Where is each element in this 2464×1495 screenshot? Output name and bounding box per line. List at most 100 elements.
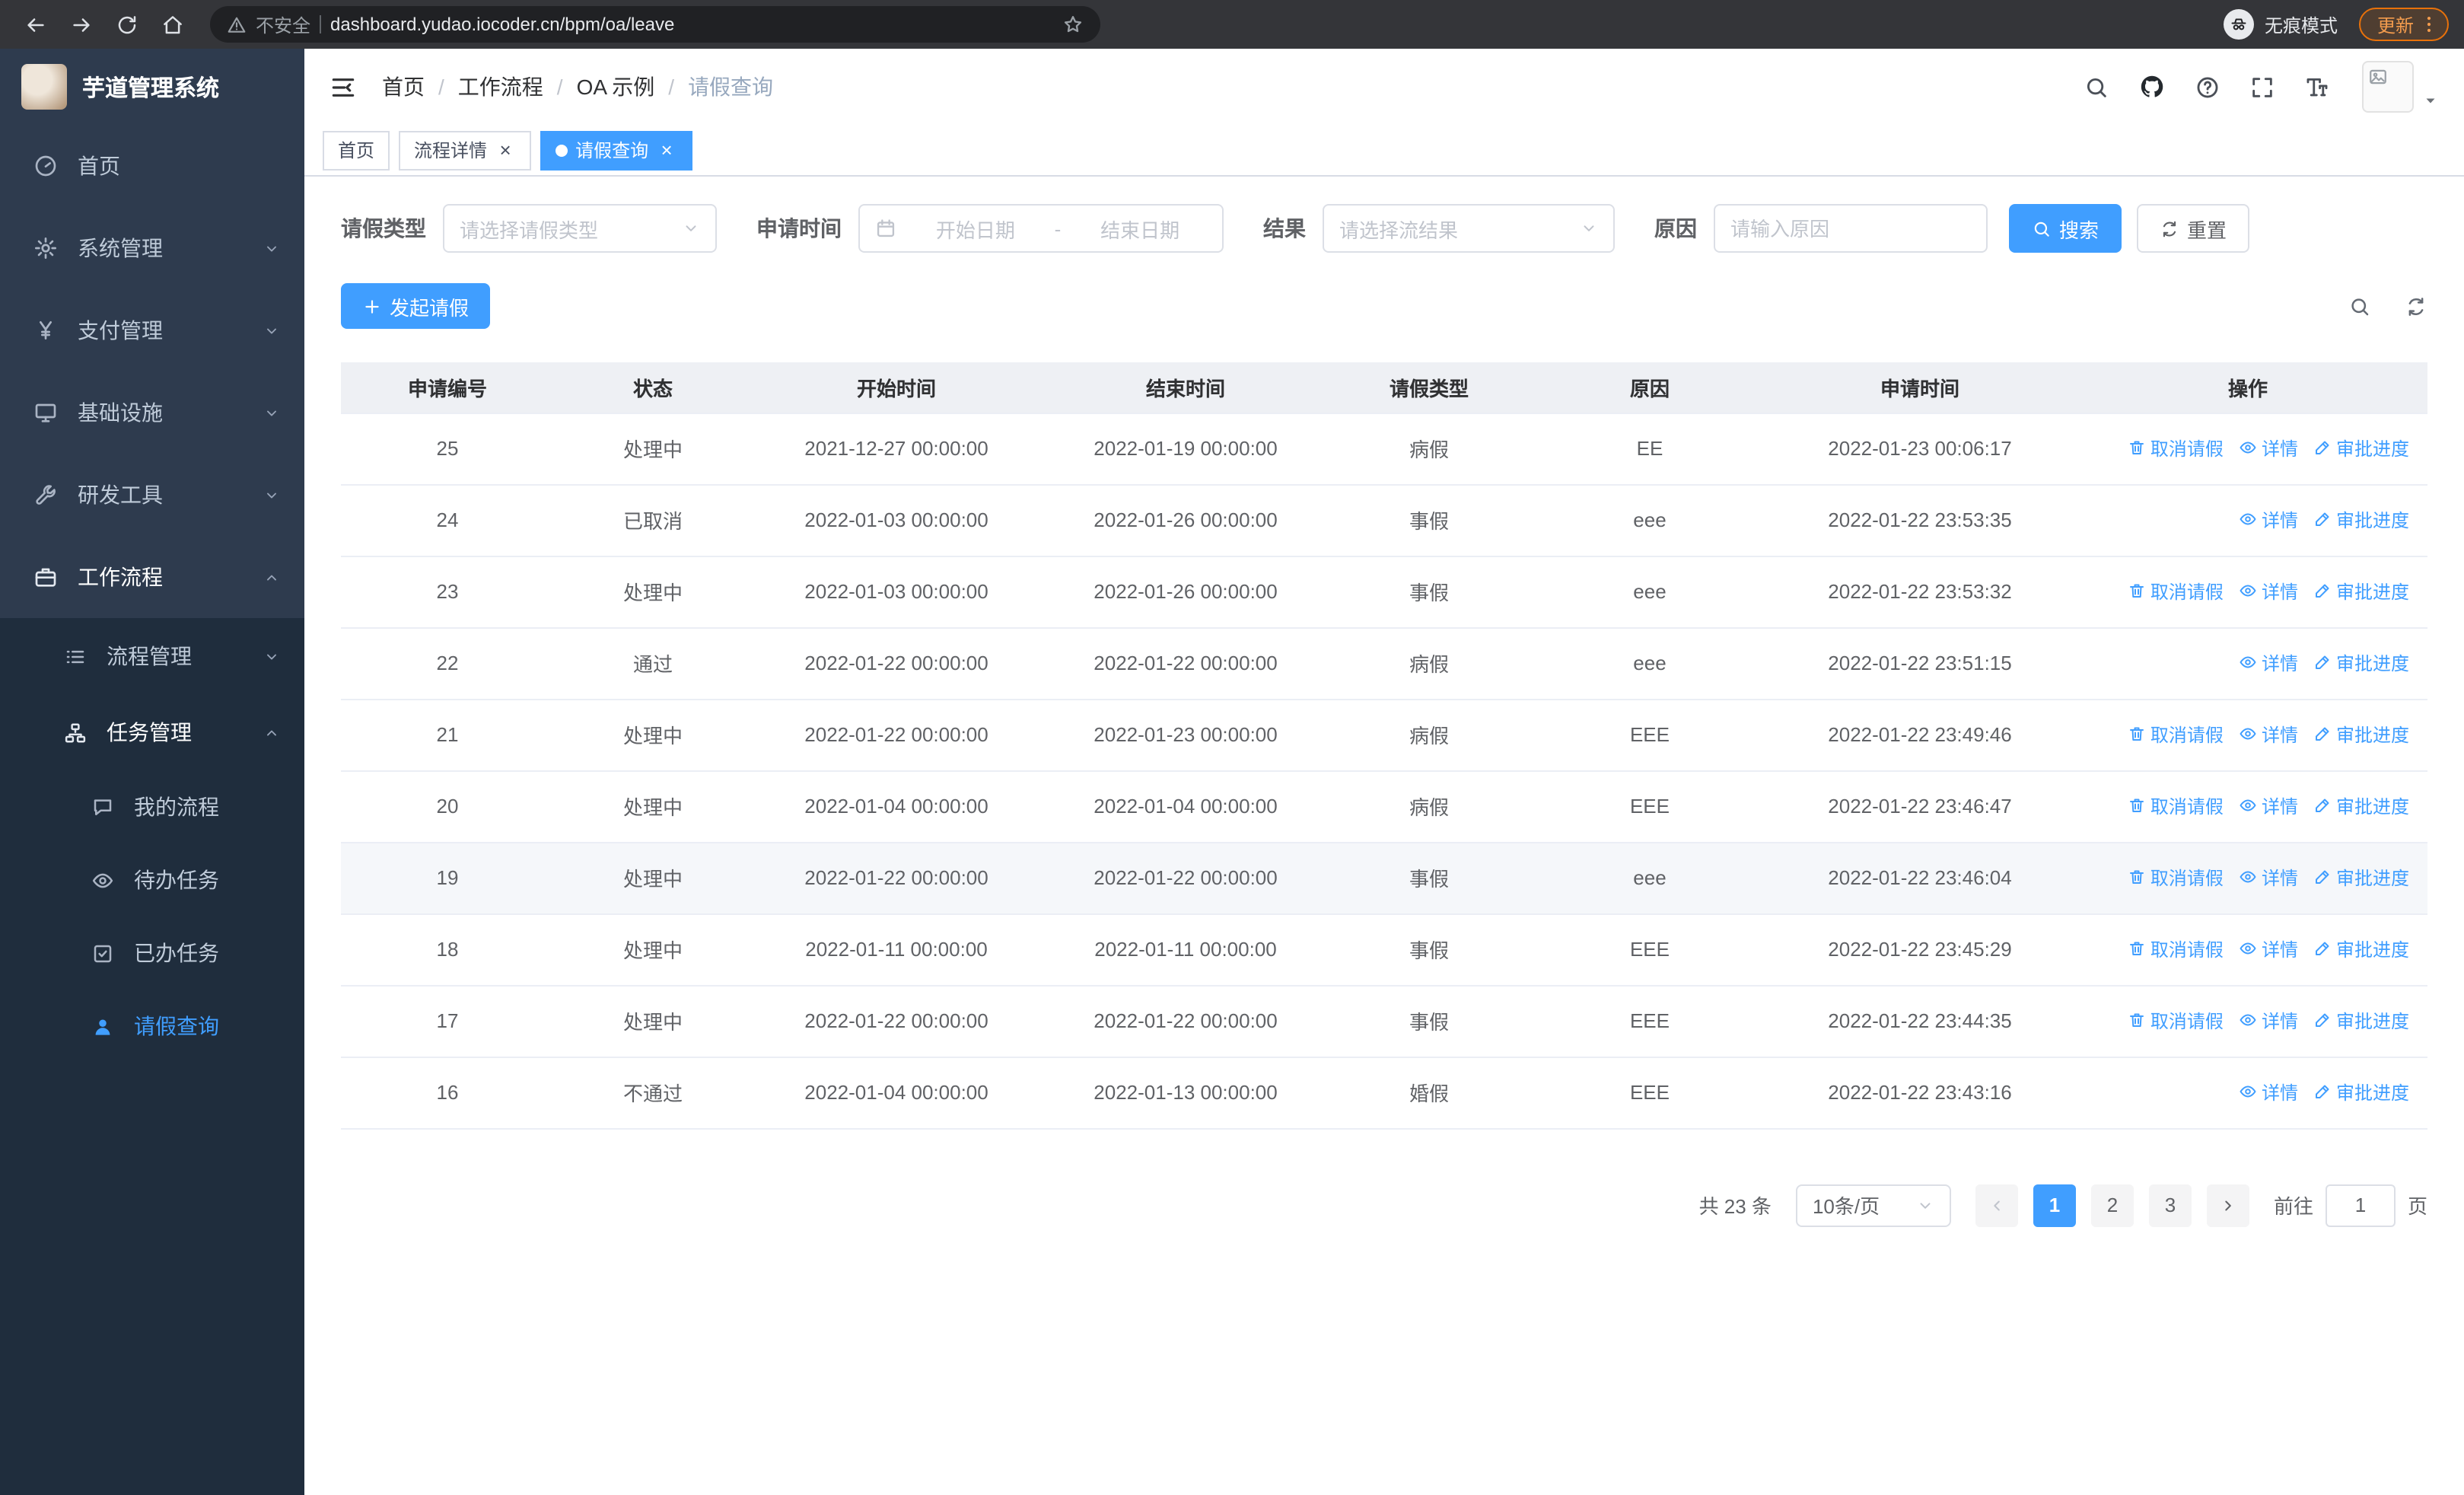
create-leave-button[interactable]: 发起请假 — [341, 283, 491, 329]
progress-link[interactable]: 审批进度 — [2313, 936, 2409, 962]
prev-page-button[interactable] — [1975, 1184, 2018, 1226]
address-divider — [320, 15, 322, 33]
cancel-link[interactable]: 取消请假 — [2128, 579, 2224, 604]
cancel-link[interactable]: 取消请假 — [2128, 435, 2224, 461]
bookmark-star-icon[interactable] — [1062, 14, 1084, 35]
progress-link[interactable]: 审批进度 — [2313, 865, 2409, 891]
yen-icon — [33, 318, 58, 343]
progress-link[interactable]: 审批进度 — [2313, 435, 2409, 461]
reason-input[interactable] — [1715, 206, 1986, 251]
detail-link[interactable]: 详情 — [2239, 722, 2298, 748]
sidebar-item-todo-tasks[interactable]: 待办任务 — [0, 843, 304, 916]
detail-link[interactable]: 详情 — [2239, 435, 2298, 461]
search-button[interactable]: 搜索 — [2009, 204, 2122, 253]
cancel-link[interactable]: 取消请假 — [2128, 722, 2224, 748]
avatar[interactable] — [2362, 61, 2414, 113]
detail-link[interactable]: 详情 — [2239, 507, 2298, 533]
reset-button[interactable]: 重置 — [2137, 204, 2250, 253]
goto-page-input[interactable] — [2325, 1184, 2396, 1226]
progress-link[interactable]: 审批进度 — [2313, 650, 2409, 676]
edit-icon — [2313, 1083, 2332, 1101]
sidebar-item-my-process[interactable]: 我的流程 — [0, 770, 304, 843]
app-logo-image — [21, 64, 67, 110]
detail-link[interactable]: 详情 — [2239, 865, 2298, 891]
page-size-select[interactable]: 10条/页 — [1795, 1184, 1951, 1226]
fullscreen-icon[interactable] — [2249, 74, 2275, 100]
sidebar-item-workflow[interactable]: 工作流程 — [0, 536, 304, 618]
close-icon[interactable]: × — [656, 139, 677, 161]
eye-icon — [2239, 797, 2257, 815]
sidebar-item-dev-tools[interactable]: 研发工具 — [0, 454, 304, 536]
sidebar-item-process-management[interactable]: 流程管理 — [0, 618, 304, 694]
page-2-button[interactable]: 2 — [2090, 1184, 2134, 1226]
sidebar-item-task-management[interactable]: 任务管理 — [0, 694, 304, 770]
forward-icon[interactable] — [61, 5, 100, 44]
update-button[interactable]: 更新 — [2358, 8, 2449, 41]
detail-link[interactable]: 详情 — [2239, 650, 2298, 676]
user-icon — [91, 1015, 114, 1038]
sidebar-item-home[interactable]: 首页 — [0, 125, 304, 207]
detail-link[interactable]: 详情 — [2239, 1008, 2298, 1034]
chevron-down-icon — [682, 219, 700, 237]
cancel-link[interactable]: 取消请假 — [2128, 1008, 2224, 1034]
browser-home-icon[interactable] — [152, 5, 192, 44]
detail-link[interactable]: 详情 — [2239, 936, 2298, 962]
reload-icon[interactable] — [107, 5, 146, 44]
update-label: 更新 — [2376, 14, 2414, 36]
sidebar-item-infrastructure[interactable]: 基础设施 — [0, 371, 304, 454]
progress-link[interactable]: 审批进度 — [2313, 1008, 2409, 1034]
tab-leave-query[interactable]: 请假查询 × — [540, 130, 693, 170]
chevron-down-icon — [263, 322, 280, 339]
breadcrumb-item[interactable]: 工作流程 — [458, 72, 543, 102]
back-icon[interactable] — [15, 5, 55, 44]
user-menu[interactable] — [2362, 61, 2440, 113]
cell-start: 2022-01-11 00:00:00 — [752, 913, 1041, 986]
tab-home[interactable]: 首页 — [323, 130, 390, 170]
next-page-button[interactable] — [2206, 1184, 2249, 1226]
result-select[interactable]: 请选择流结果 — [1323, 204, 1615, 253]
search-icon[interactable] — [2084, 74, 2109, 100]
progress-link[interactable]: 审批进度 — [2313, 507, 2409, 533]
url-text[interactable]: dashboard.yudao.iocoder.cn/bpm/oa/leave — [330, 14, 1053, 35]
page-1-button[interactable]: 1 — [2033, 1184, 2076, 1226]
github-icon[interactable] — [2138, 73, 2166, 100]
detail-link[interactable]: 详情 — [2239, 1079, 2298, 1105]
table-row: 25 处理中 2021-12-27 00:00:00 2022-01-19 00:00… — [341, 413, 2427, 485]
cell-applied: 2022-01-22 23:51:15 — [1772, 627, 2068, 700]
toggle-search-icon[interactable] — [2348, 295, 2371, 317]
sidebar: 芋道管理系统 首页 系统管理 支付管理 基础设施 研发工具 工作流程 流程管理 任务管理 我的… — [0, 49, 304, 1495]
row-actions: 取消请假 详情 审批进度 — [2068, 985, 2427, 1057]
refresh-table-icon[interactable] — [2405, 295, 2427, 317]
close-icon[interactable]: × — [495, 139, 516, 161]
tab-process-detail[interactable]: 流程详情 × — [399, 130, 532, 170]
leave-type-select[interactable]: 请选择请假类型 — [443, 204, 717, 253]
cancel-link[interactable]: 取消请假 — [2128, 865, 2224, 891]
progress-link[interactable]: 审批进度 — [2313, 793, 2409, 819]
detail-link[interactable]: 详情 — [2239, 793, 2298, 819]
sidebar-item-system-management[interactable]: 系统管理 — [0, 207, 304, 289]
navbar-actions — [2084, 61, 2440, 113]
progress-link[interactable]: 审批进度 — [2313, 579, 2409, 604]
cell-end: 2022-01-26 00:00:00 — [1041, 484, 1330, 556]
sidebar-item-leave-query[interactable]: 请假查询 — [0, 990, 304, 1063]
cancel-link[interactable]: 取消请假 — [2128, 936, 2224, 962]
sidebar-item-payment-management[interactable]: 支付管理 — [0, 289, 304, 371]
menu-fold-icon[interactable] — [329, 72, 358, 101]
breadcrumb-separator: / — [556, 75, 563, 99]
cancel-link[interactable]: 取消请假 — [2128, 793, 2224, 819]
help-icon[interactable] — [2195, 74, 2220, 100]
font-size-icon[interactable] — [2304, 74, 2330, 100]
apply-time-range-picker[interactable]: 开始日期 - 结束日期 — [858, 204, 1224, 253]
sidebar-item-done-tasks[interactable]: 已办任务 — [0, 916, 304, 990]
security-label[interactable]: 不安全 — [256, 11, 310, 37]
progress-link[interactable]: 审批进度 — [2313, 722, 2409, 748]
address-bar[interactable]: 不安全 dashboard.yudao.iocoder.cn/bpm/oa/le… — [210, 6, 1100, 43]
breadcrumb-item[interactable]: OA 示例 — [577, 72, 655, 102]
breadcrumb-item[interactable]: 首页 — [382, 72, 425, 102]
browser-menu-icon[interactable] — [2418, 14, 2440, 35]
cell-end: 2022-01-04 00:00:00 — [1041, 770, 1330, 843]
cell-status: 处理中 — [554, 413, 752, 485]
progress-link[interactable]: 审批进度 — [2313, 1079, 2409, 1105]
detail-link[interactable]: 详情 — [2239, 579, 2298, 604]
page-3-button[interactable]: 3 — [2148, 1184, 2192, 1226]
